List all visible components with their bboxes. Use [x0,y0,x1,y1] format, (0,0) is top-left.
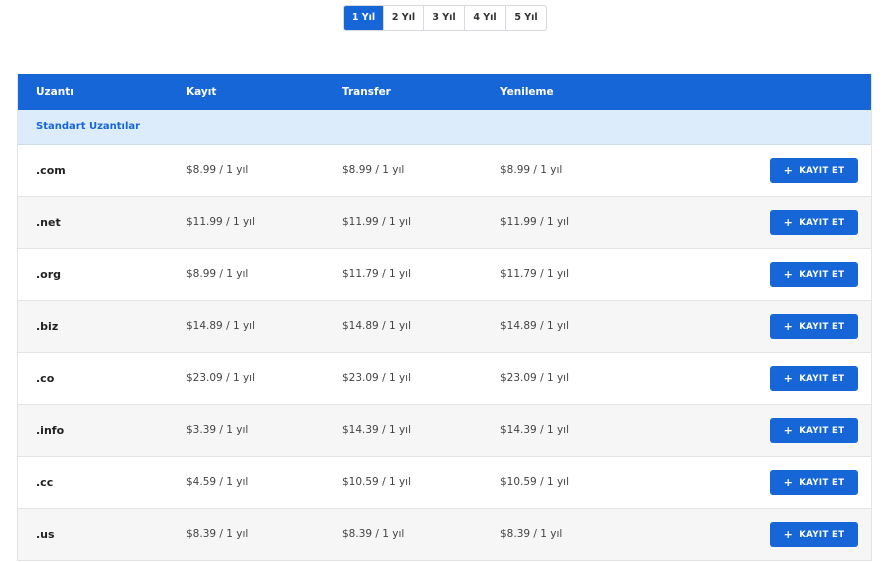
plus-icon: + [783,372,794,385]
header-register: Kayıt [186,86,217,98]
renewal-price: $14.39 / 1 yıl [500,424,570,436]
renewal-price: $10.59 / 1 yıl [500,476,570,488]
plus-icon: + [783,268,794,281]
tab-3-year[interactable]: 3 Yıl [423,6,464,30]
table-row: .us $8.39 / 1 yıl $8.39 / 1 yıl $8.39 / … [18,509,871,561]
extension-cell: .co [36,372,55,385]
transfer-price: $11.79 / 1 yıl [342,268,412,280]
register-button-label: KAYIT ET [799,165,845,176]
plus-icon: + [783,528,794,541]
header-transfer: Transfer [342,86,391,98]
renewal-price: $11.79 / 1 yıl [500,268,570,280]
register-price: $11.99 / 1 yıl [186,216,256,228]
pricing-table: Uzantı Kayıt Transfer Yenileme Standart … [17,74,872,561]
register-button-label: KAYIT ET [799,269,845,280]
tab-1-year[interactable]: 1 Yıl [344,6,383,30]
plus-icon: + [783,320,794,333]
table-row: .biz $14.89 / 1 yıl $14.89 / 1 yıl $14.8… [18,301,871,353]
register-button-label: KAYIT ET [799,321,845,332]
table-row: .com $8.99 / 1 yıl $8.99 / 1 yıl $8.99 /… [18,145,871,197]
plus-icon: + [783,164,794,177]
renewal-price: $23.09 / 1 yıl [500,372,570,384]
transfer-price: $8.99 / 1 yıl [342,164,405,176]
table-row: .info $3.39 / 1 yıl $14.39 / 1 yıl $14.3… [18,405,871,457]
renewal-price: $8.39 / 1 yıl [500,528,563,540]
register-button[interactable]: + KAYIT ET [770,262,858,287]
table-row: .cc $4.59 / 1 yıl $10.59 / 1 yıl $10.59 … [18,457,871,509]
register-button-label: KAYIT ET [799,425,845,436]
year-tabs: 1 Yıl 2 Yıl 3 Yıl 4 Yıl 5 Yıl [343,5,547,31]
tab-2-year[interactable]: 2 Yıl [383,6,423,30]
table-row: .co $23.09 / 1 yıl $23.09 / 1 yıl $23.09… [18,353,871,405]
register-button[interactable]: + KAYIT ET [770,366,858,391]
header-renewal: Yenileme [500,86,554,98]
transfer-price: $14.39 / 1 yıl [342,424,412,436]
register-button-label: KAYIT ET [799,373,845,384]
group-label: Standart Uzantılar [36,121,141,132]
plus-icon: + [783,216,794,229]
tab-4-year[interactable]: 4 Yıl [464,6,505,30]
register-price: $8.99 / 1 yıl [186,268,249,280]
extension-cell: .biz [36,320,59,333]
transfer-price: $10.59 / 1 yıl [342,476,412,488]
renewal-price: $8.99 / 1 yıl [500,164,563,176]
register-price: $8.99 / 1 yıl [186,164,249,176]
register-price: $23.09 / 1 yıl [186,372,256,384]
register-button-label: KAYIT ET [799,529,845,540]
register-button[interactable]: + KAYIT ET [770,522,858,547]
register-price: $4.59 / 1 yıl [186,476,249,488]
transfer-price: $11.99 / 1 yıl [342,216,412,228]
register-button-label: KAYIT ET [799,217,845,228]
extension-cell: .info [36,424,65,437]
register-button[interactable]: + KAYIT ET [770,470,858,495]
renewal-price: $14.89 / 1 yıl [500,320,570,332]
register-button[interactable]: + KAYIT ET [770,314,858,339]
register-price: $3.39 / 1 yıl [186,424,249,436]
table-row: .org $8.99 / 1 yıl $11.79 / 1 yıl $11.79… [18,249,871,301]
register-button[interactable]: + KAYIT ET [770,210,858,235]
renewal-price: $11.99 / 1 yıl [500,216,570,228]
table-row: .net $11.99 / 1 yıl $11.99 / 1 yıl $11.9… [18,197,871,249]
transfer-price: $14.89 / 1 yıl [342,320,412,332]
domain-pricing-page: 1 Yıl 2 Yıl 3 Yıl 4 Yıl 5 Yıl Uzantı Kay… [0,0,892,562]
extension-cell: .com [36,164,66,177]
register-button[interactable]: + KAYIT ET [770,158,858,183]
transfer-price: $8.39 / 1 yıl [342,528,405,540]
tab-5-year[interactable]: 5 Yıl [505,6,546,30]
extension-cell: .us [36,528,55,541]
table-header: Uzantı Kayıt Transfer Yenileme [18,74,871,110]
register-button-label: KAYIT ET [799,477,845,488]
header-extension: Uzantı [36,86,74,98]
register-price: $14.89 / 1 yıl [186,320,256,332]
plus-icon: + [783,424,794,437]
extension-cell: .org [36,268,62,281]
group-row-standard: Standart Uzantılar [18,110,871,145]
extension-cell: .cc [36,476,54,489]
table-body: .com $8.99 / 1 yıl $8.99 / 1 yıl $8.99 /… [18,145,871,561]
transfer-price: $23.09 / 1 yıl [342,372,412,384]
register-price: $8.39 / 1 yıl [186,528,249,540]
register-button[interactable]: + KAYIT ET [770,418,858,443]
plus-icon: + [783,476,794,489]
extension-cell: .net [36,216,61,229]
